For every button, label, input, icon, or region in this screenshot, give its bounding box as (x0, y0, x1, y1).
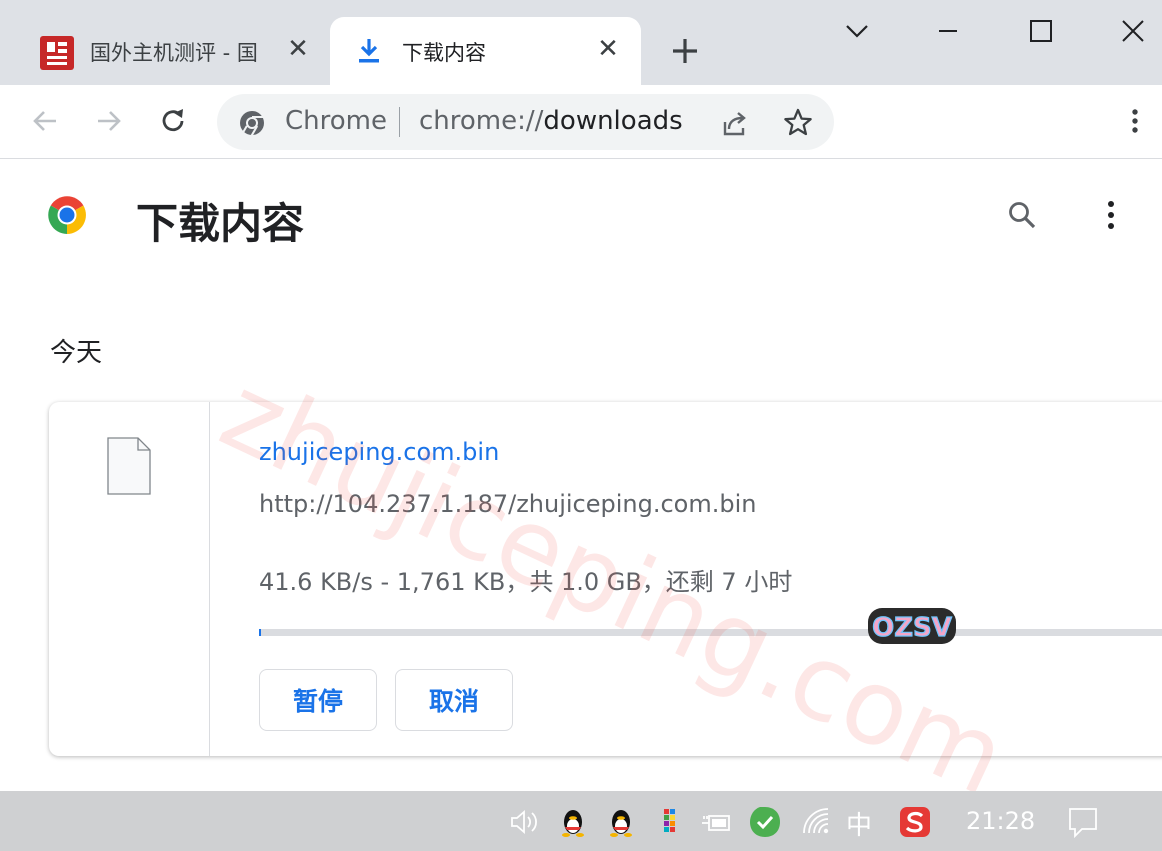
security-shield-icon[interactable] (748, 805, 782, 839)
cancel-button[interactable]: 取消 (395, 669, 513, 731)
notification-center-icon[interactable] (1066, 805, 1100, 839)
chrome-logo-icon (48, 196, 86, 234)
windows-taskbar: 中 21:28 (0, 791, 1162, 851)
file-icon (107, 437, 151, 495)
more-options-icon[interactable] (1094, 198, 1128, 232)
forward-arrow-icon[interactable] (92, 104, 126, 138)
tab-title: 国外主机测评 - 国 (90, 41, 258, 65)
reload-icon[interactable] (156, 104, 190, 138)
battery-plug-icon[interactable] (700, 805, 734, 839)
tab-downloads[interactable]: 下载内容 ✕ (330, 17, 641, 85)
pause-button[interactable]: 暂停 (259, 669, 377, 731)
qq-penguin-icon[interactable] (556, 805, 590, 839)
input-method-indicator[interactable]: 中 (846, 805, 872, 842)
share-icon[interactable] (717, 107, 751, 141)
tab-zhujiceping[interactable]: 国外主机测评 - 国 ✕ (0, 17, 330, 85)
sogou-input-icon[interactable] (898, 805, 932, 839)
download-progress-bar (259, 629, 1162, 636)
download-item-card: zhujiceping.com.bin http://104.237.1.187… (49, 402, 1162, 756)
download-icon (359, 39, 379, 63)
search-icon[interactable] (1005, 198, 1039, 232)
wifi-icon[interactable] (800, 805, 834, 839)
download-progress-fill (259, 629, 261, 636)
tab-strip: 国外主机测评 - 国 ✕ 下载内容 ✕ (0, 0, 1162, 85)
date-section-label: 今天 (50, 338, 103, 368)
url-host: downloads (543, 106, 683, 136)
bookmark-star-icon[interactable] (781, 106, 815, 140)
file-name-link[interactable]: zhujiceping.com.bin (259, 438, 499, 466)
chrome-chip-label: Chrome (285, 106, 387, 136)
taskbar-clock[interactable]: 21:28 (966, 807, 1035, 835)
svg-text:OZSV: OZSV (872, 613, 952, 643)
window-close-icon[interactable] (1116, 14, 1150, 48)
chrome-logo-icon (240, 111, 264, 136)
site-favicon-icon (40, 36, 74, 70)
back-arrow-icon[interactable] (28, 104, 62, 138)
color-grid-app-icon[interactable] (654, 805, 688, 839)
browser-toolbar: Chrome chrome://downloads (0, 85, 1162, 159)
browser-menu-icon[interactable] (1118, 104, 1152, 138)
new-tab-plus-icon[interactable] (668, 34, 702, 68)
tab-search-chevron-down-icon[interactable] (840, 14, 874, 48)
ozsv-logo-icon: OZSV (868, 608, 956, 644)
page-title: 下载内容 (136, 199, 305, 248)
card-divider (209, 402, 210, 756)
qq-penguin-icon[interactable] (604, 805, 638, 839)
url-separator (399, 107, 400, 137)
minimize-icon[interactable] (931, 14, 965, 48)
tab-close-icon[interactable]: ✕ (284, 35, 312, 63)
volume-icon[interactable] (507, 805, 541, 839)
download-status-text: 41.6 KB/s - 1,761 KB，共 1.0 GB，还剩 7 小时 (259, 568, 793, 596)
file-source-url[interactable]: http://104.237.1.187/zhujiceping.com.bin (259, 490, 756, 518)
tab-close-icon[interactable]: ✕ (594, 35, 622, 63)
url-scheme: chrome:// (419, 106, 544, 136)
address-bar[interactable]: Chrome chrome://downloads (217, 94, 834, 150)
tab-title: 下载内容 (402, 41, 486, 65)
maximize-icon[interactable] (1024, 14, 1058, 48)
url-text[interactable]: chrome://downloads (419, 106, 683, 136)
